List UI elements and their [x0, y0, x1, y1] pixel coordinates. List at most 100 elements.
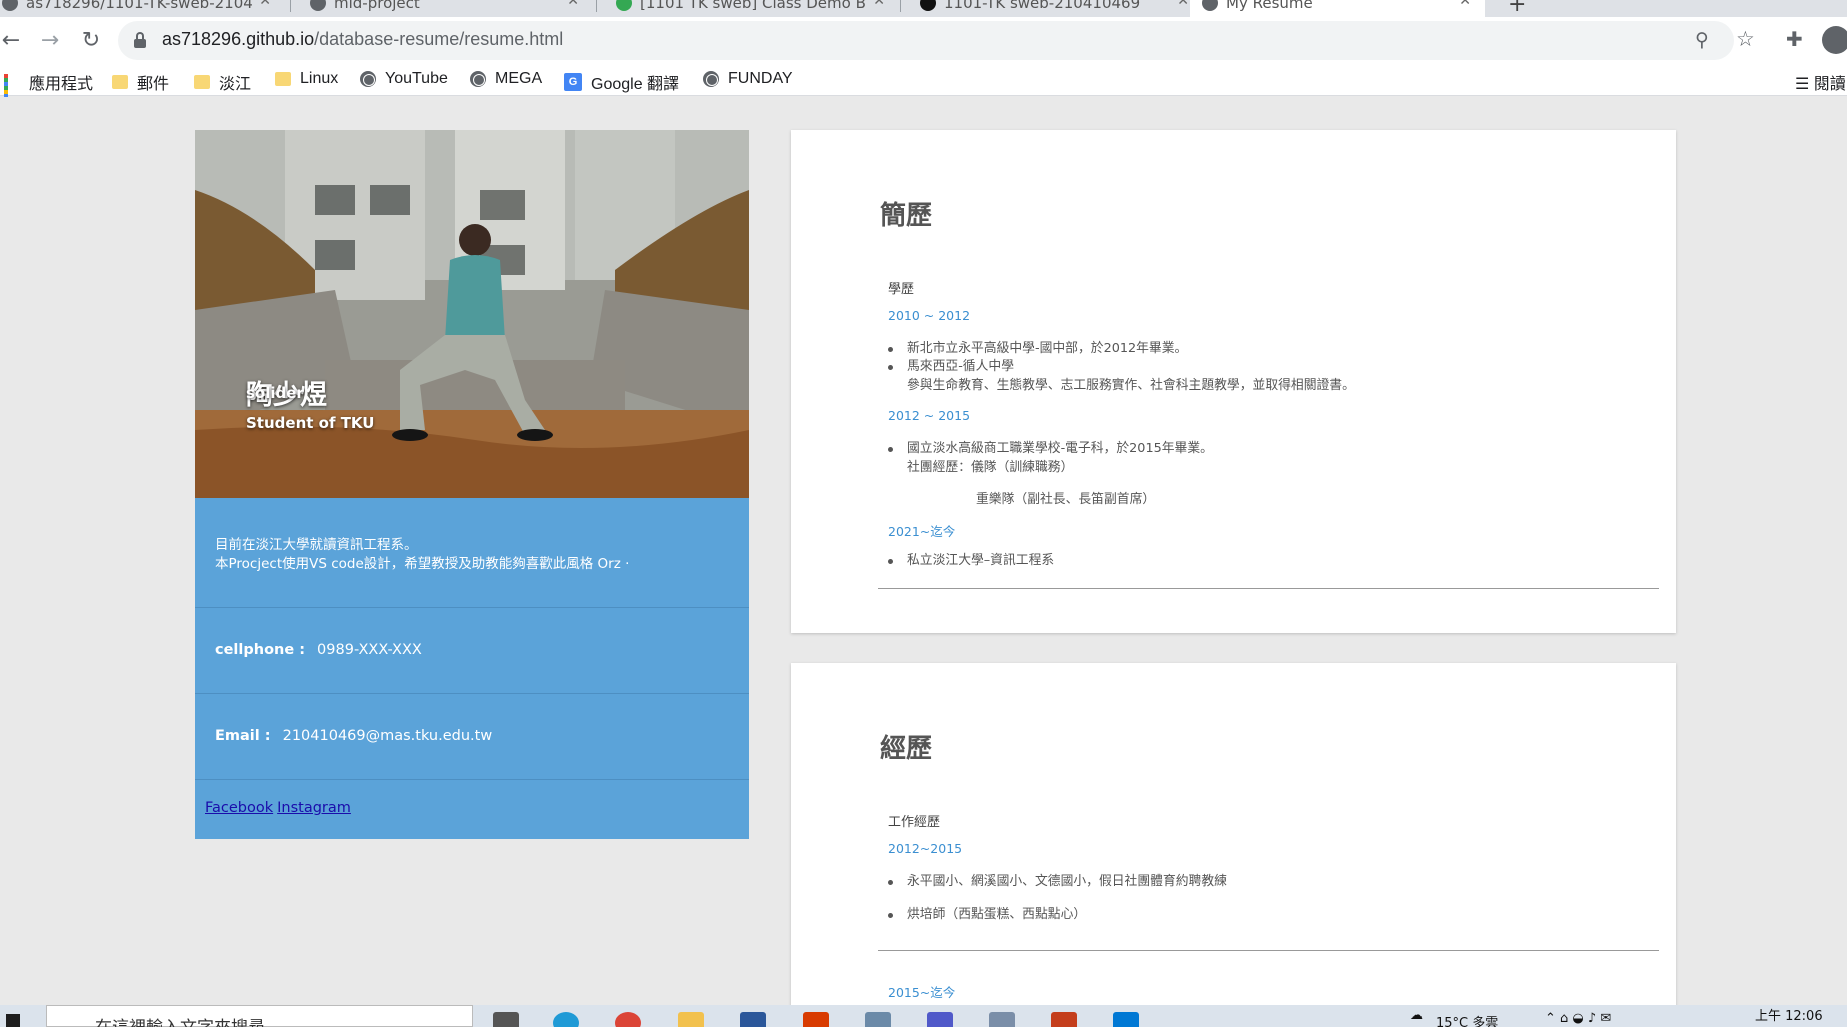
bookmark-funday[interactable]: FUNDAY [703, 70, 793, 88]
close-tab-icon[interactable]: ✕ [567, 0, 579, 9]
apps-grid-icon [4, 74, 20, 110]
bookmark-apps[interactable]: 應用程式 [4, 70, 93, 110]
list-item: 私立淡江大學–資訊工程系 [887, 553, 1055, 568]
file-explorer-icon[interactable] [678, 1012, 704, 1027]
github-icon [920, 0, 936, 11]
classroom-icon [616, 0, 632, 11]
zoom-icon[interactable]: ⚲ [1695, 29, 1709, 51]
globe-icon [1202, 0, 1218, 11]
vscode-icon[interactable] [1113, 1012, 1139, 1027]
folder-icon [194, 75, 210, 89]
reload-button[interactable]: ↻ [74, 23, 108, 57]
profile-photo-illustration [195, 130, 749, 498]
email-value: 210410469@mas.tku.edu.tw [282, 728, 493, 744]
bookmark-linux[interactable]: Linux [275, 70, 338, 88]
tab-class-demo[interactable]: [1101 TK sweb] Class Demo B ✕ [604, 0, 899, 17]
edge-icon[interactable] [553, 1012, 579, 1027]
intro-line: 目前在淡江大學就讀資訊工程系。 [215, 537, 418, 553]
reading-list-button[interactable]: ☰ 閱讀 [1795, 70, 1846, 94]
bookmark-mail[interactable]: 郵件 [112, 70, 169, 94]
forward-button[interactable]: → [33, 23, 67, 57]
office-icon[interactable] [803, 1012, 829, 1027]
globe-icon [470, 71, 486, 87]
profile-info-box: 目前在淡江大學就讀資訊工程系。 本Procject使用VS code設計，希望教… [195, 498, 749, 839]
bookmark-star-icon[interactable]: ☆ [1736, 27, 1755, 51]
experience-card: 經歷 工作經歷 2012~2015 永平國小、網溪國小、文德國小，假日社團體育約… [791, 663, 1676, 1005]
profile-avatar[interactable] [1822, 26, 1847, 54]
task-view-icon[interactable] [493, 1012, 519, 1027]
tab-mid-project[interactable]: mid-project ✕ [298, 0, 593, 17]
back-button[interactable]: ← [0, 23, 28, 57]
tab-title: 1101-TK sweb-210410469 [944, 0, 1141, 12]
bookmark-label: Google 翻譯 [591, 76, 680, 93]
extensions-puzzle-icon[interactable]: ✚ [1786, 27, 1803, 51]
cellphone-value: 0989-XXX-XXX [317, 642, 422, 658]
profile-title-1: solider [246, 384, 304, 402]
bookmark-label: MEGA [495, 70, 543, 87]
close-tab-icon[interactable]: ✕ [1459, 0, 1471, 9]
chrome-icon[interactable] [615, 1012, 641, 1027]
education-label: 學歷 [888, 282, 915, 297]
list-item: 馬來西亞-循人中學 [888, 359, 1014, 374]
social-links: Facebook Instagram [195, 780, 749, 839]
windows-start-icon[interactable] [6, 1014, 20, 1027]
tab-title: [1101 TK sweb] Class Demo B [640, 0, 866, 12]
system-tray-icons[interactable]: ⌃ ⌂ ◒ ♪ ✉ [1545, 1011, 1611, 1026]
taskbar-search[interactable]: 在這裡輸入文字來搜尋 [46, 1005, 473, 1027]
tab-divider [290, 0, 291, 12]
tab-my-resume[interactable]: My Resume ✕ [1190, 0, 1485, 17]
weather-icon[interactable]: ☁ [1410, 1008, 1423, 1023]
experience-heading: 經歷 [880, 734, 933, 764]
tab-title: mid-project [334, 0, 420, 12]
instagram-link[interactable]: Instagram [277, 800, 351, 816]
bookmark-youtube[interactable]: YouTube [360, 70, 448, 88]
new-tab-button[interactable]: + [1508, 0, 1526, 17]
mail-icon[interactable] [740, 1012, 766, 1027]
intro-line: 本Procject使用VS code設計，希望教授及助教能夠喜歡此風格 Orz … [215, 556, 630, 572]
email-row: Email : 210410469@mas.tku.edu.tw [195, 694, 749, 780]
period-years: 2012 ~ 2015 [888, 408, 971, 423]
tab-sweb-repo[interactable]: 1101-TK sweb-210410469 ✕ [908, 0, 1203, 17]
profile-intro: 目前在淡江大學就讀資訊工程系。 本Procject使用VS code設計，希望教… [195, 498, 749, 608]
close-tab-icon[interactable]: ✕ [1177, 0, 1189, 9]
profile-title-2: Student of TKU [246, 414, 375, 432]
list-item: 永平國小、網溪國小、文德國小，假日社團體育約聘教練 [888, 874, 1227, 889]
page-viewport: 陶少煜 solider Student of TKU 目前在淡江大學就讀資訊工程… [0, 97, 1847, 1005]
acrobat-icon[interactable] [1051, 1012, 1077, 1027]
tab-divider [900, 0, 901, 12]
work-experience-label: 工作經歷 [888, 815, 941, 830]
bookmark-label: Linux [300, 70, 339, 87]
bookmark-google-translate[interactable]: G Google 翻譯 [564, 70, 679, 94]
tab-title: My Resume [1226, 0, 1313, 12]
bookmark-label: 淡江 [219, 76, 252, 93]
clock[interactable]: 上午 12:06 [1755, 1005, 1823, 1024]
folder-icon [112, 75, 128, 89]
email-label: Email : [215, 728, 271, 744]
bookmark-mega[interactable]: MEGA [470, 70, 542, 88]
github-icon [2, 0, 18, 11]
tab-divider [596, 0, 597, 12]
profile-photo: 陶少煜 solider Student of TKU [195, 130, 749, 498]
globe-icon [703, 71, 719, 87]
cellphone-row: cellphone : 0989-XXX-XXX [195, 608, 749, 694]
facebook-link[interactable]: Facebook [205, 800, 273, 816]
browser-toolbar: ← → ↻ as718296.github.io/database-resume… [0, 17, 1847, 64]
close-tab-icon[interactable]: ✕ [259, 0, 271, 9]
tab-github-repo[interactable]: as718296/1101-TK-sweb-2104 ✕ [0, 0, 285, 17]
search-placeholder: 在這裡輸入文字來搜尋 [95, 1013, 265, 1027]
list-item: 烘培師（西點蛋糕、西點點心） [887, 907, 1087, 922]
github-icon [310, 0, 326, 11]
close-tab-icon[interactable]: ✕ [873, 0, 885, 9]
app-icon[interactable] [989, 1012, 1015, 1027]
google-translate-icon: G [564, 73, 582, 91]
section-divider [878, 588, 1659, 589]
bookmark-tku[interactable]: 淡江 [194, 70, 251, 94]
teams-icon[interactable] [927, 1012, 953, 1027]
list-item: 國立淡水高級商工職業學校-電子科，於2015年畢業。 [888, 441, 1213, 456]
weather-text[interactable]: 15°C 多雲 [1436, 1012, 1498, 1027]
url-text[interactable]: as718296.github.io/database-resume/resum… [162, 29, 563, 50]
bookmark-label: YouTube [385, 70, 448, 87]
period-years: 2012~2015 [888, 841, 963, 856]
address-bar[interactable]: as718296.github.io/database-resume/resum… [118, 21, 1734, 60]
calculator-icon[interactable] [865, 1012, 891, 1027]
